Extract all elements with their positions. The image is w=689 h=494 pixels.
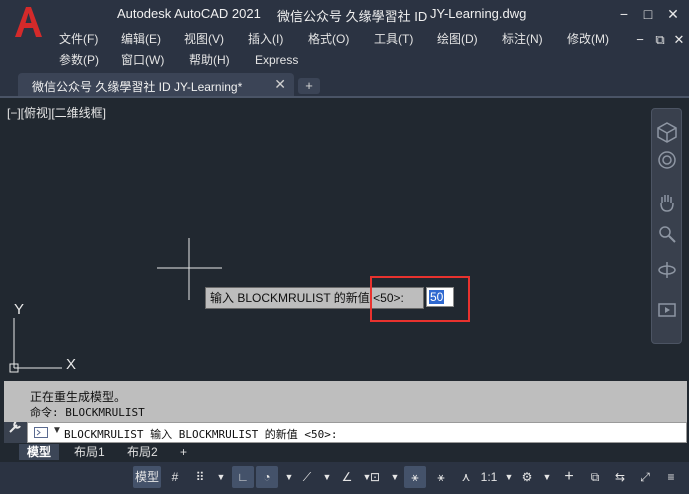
command-history-line: 命令: BLOCKMRULIST bbox=[30, 406, 145, 419]
add-layout-button[interactable]: + bbox=[172, 444, 195, 460]
hardware-acceleration-icon[interactable]: ⇆ bbox=[609, 466, 631, 488]
new-tab-button[interactable]: + bbox=[298, 78, 320, 94]
menu-tools[interactable]: 工具(T) bbox=[374, 31, 413, 47]
tab-divider bbox=[0, 96, 689, 98]
menu-file[interactable]: 文件(F) bbox=[59, 31, 98, 47]
menu-window[interactable]: 窗口(W) bbox=[121, 52, 164, 68]
ucs-x-label: X bbox=[66, 356, 76, 373]
lineweight-icon[interactable]: ∠ bbox=[336, 466, 358, 488]
isolate-objects-icon[interactable]: ⧉ bbox=[584, 466, 606, 488]
tab-layout1[interactable]: 布局1 bbox=[66, 444, 113, 460]
ortho-icon[interactable]: ∟ bbox=[232, 466, 254, 488]
menu-parameters[interactable]: 参数(P) bbox=[59, 52, 99, 68]
recent-commands-icon[interactable]: ▼ bbox=[52, 425, 62, 436]
menu-format[interactable]: 格式(O) bbox=[308, 31, 349, 47]
customize-menu-icon[interactable]: ≡ bbox=[660, 466, 682, 488]
polar-tracking-icon[interactable]: ◔ bbox=[256, 466, 278, 488]
command-prompt-icon[interactable] bbox=[34, 427, 48, 438]
document-tab[interactable]: 微信公众号 久缘學習社 ID JY-Learning* ✕ bbox=[18, 73, 294, 97]
orbit-icon[interactable] bbox=[656, 259, 678, 281]
fullscreen-icon[interactable]: ⤢ bbox=[634, 466, 656, 488]
navigation-bar bbox=[651, 108, 682, 344]
close-tab-icon[interactable]: ✕ bbox=[274, 76, 286, 93]
annotation-scale-icon[interactable]: ⋏ bbox=[455, 466, 477, 488]
model-space-button[interactable]: 模型 bbox=[133, 466, 161, 488]
doc-minimize-button[interactable]: − bbox=[630, 30, 650, 50]
menu-modify[interactable]: 修改(M) bbox=[567, 31, 609, 47]
highlight-annotation bbox=[370, 276, 470, 322]
pan-hand-icon[interactable] bbox=[656, 191, 678, 213]
viewcube-icon[interactable] bbox=[656, 121, 678, 143]
grid-icon[interactable]: # bbox=[164, 466, 186, 488]
annotation-visibility-icon[interactable]: ⚹ bbox=[404, 466, 426, 488]
document-tab-bar: 微信公众号 久缘學習社 ID JY-Learning* ✕ + bbox=[0, 70, 689, 97]
viewport-controls[interactable]: [−][俯视][二维线框] bbox=[7, 104, 106, 121]
menu-insert[interactable]: 插入(I) bbox=[248, 31, 283, 47]
app-title: Autodesk AutoCAD 2021 bbox=[117, 6, 261, 21]
annotation-scale-value[interactable]: 1:1 bbox=[480, 466, 498, 488]
command-prompt-text: BLOCKMRULIST 输入 BLOCKMRULIST 的新值 <50>: bbox=[64, 428, 338, 441]
workspace-gear-icon[interactable]: ⚙ bbox=[516, 466, 538, 488]
object-snap-tracking-icon[interactable]: ⟋ bbox=[296, 466, 318, 488]
osnap-tracking-dropdown-icon[interactable]: ▼ bbox=[318, 466, 336, 488]
command-history-line: 正在重生成模型。 bbox=[30, 390, 127, 404]
showmotion-icon[interactable] bbox=[656, 299, 678, 321]
menu-edit[interactable]: 编辑(E) bbox=[121, 31, 161, 47]
autocad-logo-icon[interactable] bbox=[9, 3, 47, 43]
object-snap-icon[interactable]: ⊡ bbox=[364, 466, 386, 488]
snap-mode-icon[interactable]: ⠿ bbox=[189, 466, 211, 488]
ucs-y-label: Y bbox=[14, 301, 24, 318]
minimize-button[interactable]: − bbox=[614, 4, 634, 24]
tab-model[interactable]: 模型 bbox=[19, 444, 60, 460]
steering-wheel-icon[interactable] bbox=[656, 149, 678, 171]
ucs-icon: Y X bbox=[9, 301, 76, 373]
workspace-dropdown-icon[interactable]: ▼ bbox=[538, 466, 556, 488]
menu-dimension[interactable]: 标注(N) bbox=[502, 31, 543, 47]
osnap-dropdown-icon[interactable]: ▼ bbox=[386, 466, 404, 488]
doc-restore-button[interactable]: ⧉ bbox=[650, 30, 670, 50]
file-name: JY-Learning.dwg bbox=[430, 6, 527, 21]
restore-button[interactable]: □ bbox=[638, 4, 658, 24]
document-tab-label: 微信公众号 久缘學習社 ID JY-Learning* bbox=[32, 80, 243, 94]
add-icon[interactable]: + bbox=[558, 466, 580, 488]
doc-close-button[interactable]: ✕ bbox=[669, 30, 689, 50]
menu-express[interactable]: Express bbox=[255, 52, 298, 68]
tab-layout2[interactable]: 布局2 bbox=[119, 444, 166, 460]
title-bar: Autodesk AutoCAD 2021 微信公众号 久缘學習社 ID JY-… bbox=[0, 0, 689, 70]
menu-view[interactable]: 视图(V) bbox=[184, 31, 224, 47]
snap-dropdown-icon[interactable]: ▼ bbox=[212, 466, 230, 488]
command-line-input[interactable]: ▼ BLOCKMRULIST 输入 BLOCKMRULIST 的新值 <50>: bbox=[27, 422, 687, 443]
close-button[interactable]: ✕ bbox=[663, 4, 683, 24]
menu-help[interactable]: 帮助(H) bbox=[189, 52, 230, 68]
auto-scale-icon[interactable]: ⚹ bbox=[430, 466, 452, 488]
zoom-icon[interactable] bbox=[656, 223, 678, 245]
menu-draw[interactable]: 绘图(D) bbox=[437, 31, 478, 47]
title-extra: 微信公众号 久缘學習社 ID bbox=[277, 9, 428, 24]
